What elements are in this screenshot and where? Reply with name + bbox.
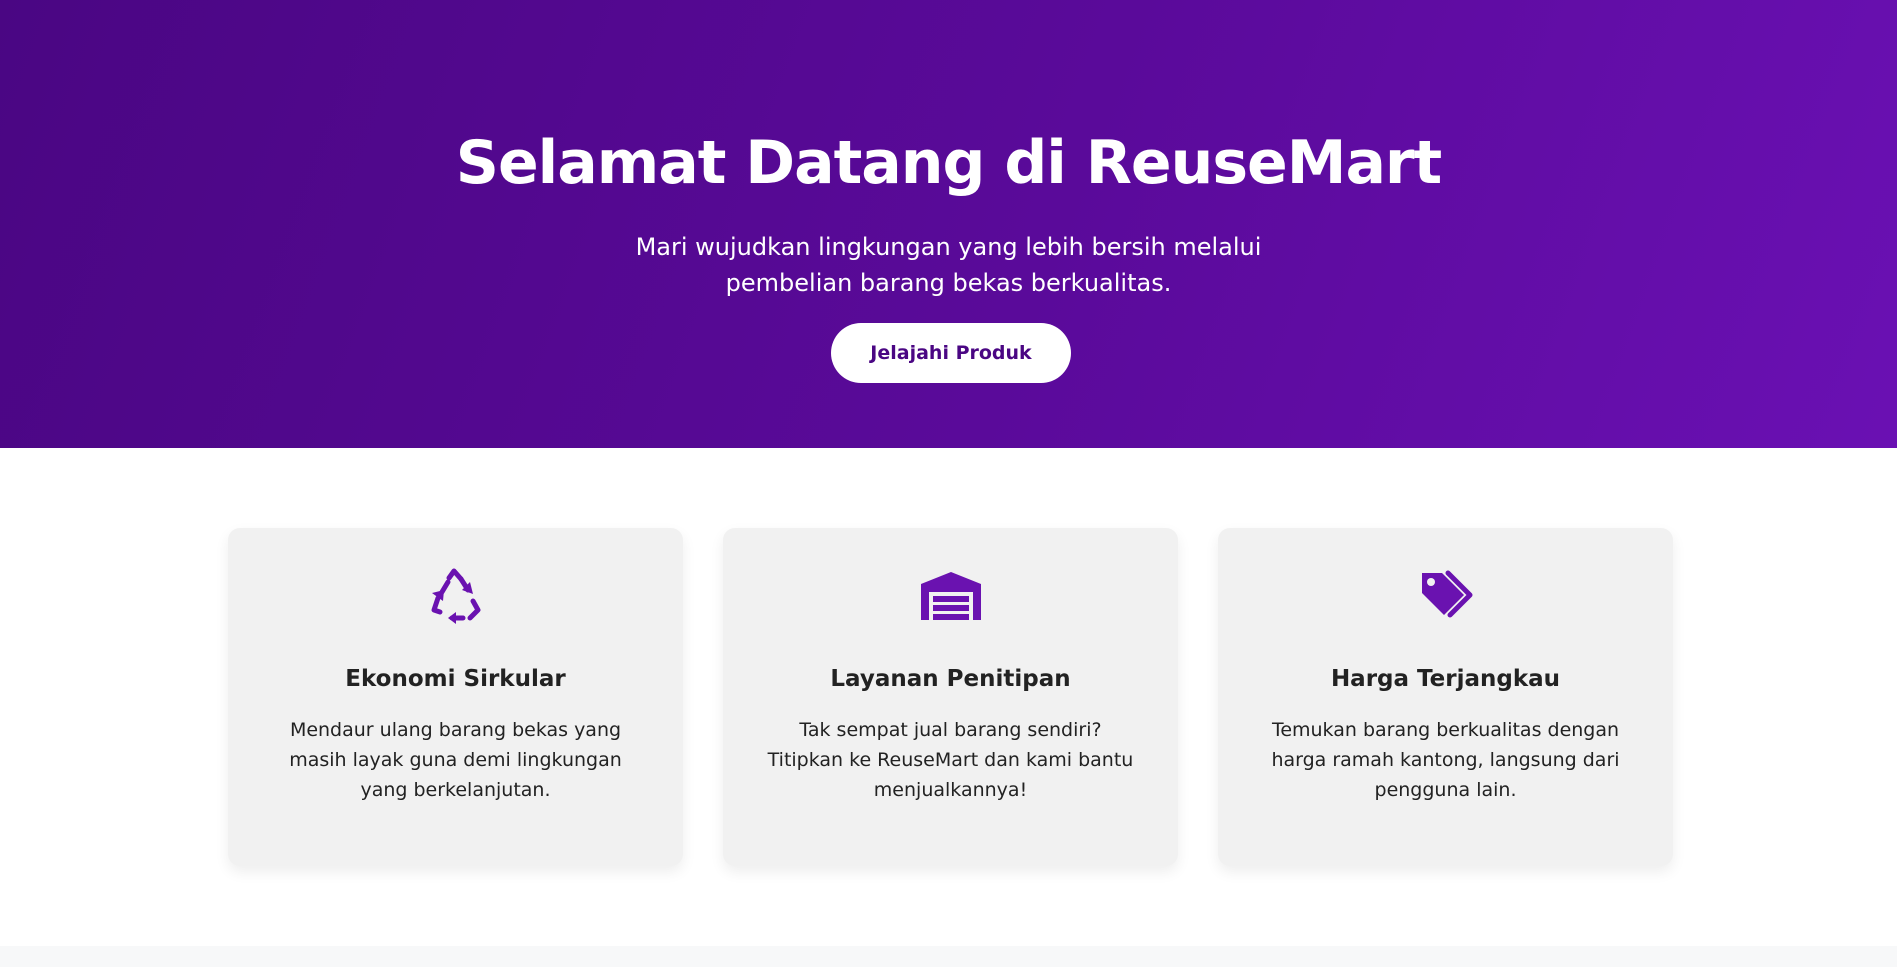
warehouse-icon [723,566,1178,626]
tags-icon [1218,566,1673,626]
hero-banner: Selamat Datang di ReuseMart Mari wujudka… [0,0,1897,448]
feature-title: Layanan Penitipan [830,666,1071,692]
recycle-icon [228,566,683,626]
hero-subtitle: Mari wujudkan lingkungan yang lebih bers… [635,233,1262,297]
explore-products-button[interactable]: Jelajahi Produk [831,323,1071,383]
feature-description: Mendaur ulang barang bekas yang masih la… [289,719,622,801]
feature-description: Temukan barang berkualitas dengan harga … [1271,719,1620,801]
feature-description: Tak sempat jual barang sendiri? Titipkan… [767,719,1134,801]
feature-card-circular-economy: Ekonomi Sirkular Mendaur ulang barang be… [228,528,683,866]
feature-card-affordable-price: Harga Terjangkau Temukan barang berkuali… [1218,528,1673,866]
feature-title: Harga Terjangkau [1330,666,1561,692]
footer-strip [0,946,1897,967]
hero-title: Selamat Datang di ReuseMart [455,128,1442,198]
feature-card-consignment: Layanan Penitipan Tak sempat jual barang… [723,528,1178,866]
features-section: Ekonomi Sirkular Mendaur ulang barang be… [0,448,1897,946]
feature-title: Ekonomi Sirkular [345,666,566,692]
